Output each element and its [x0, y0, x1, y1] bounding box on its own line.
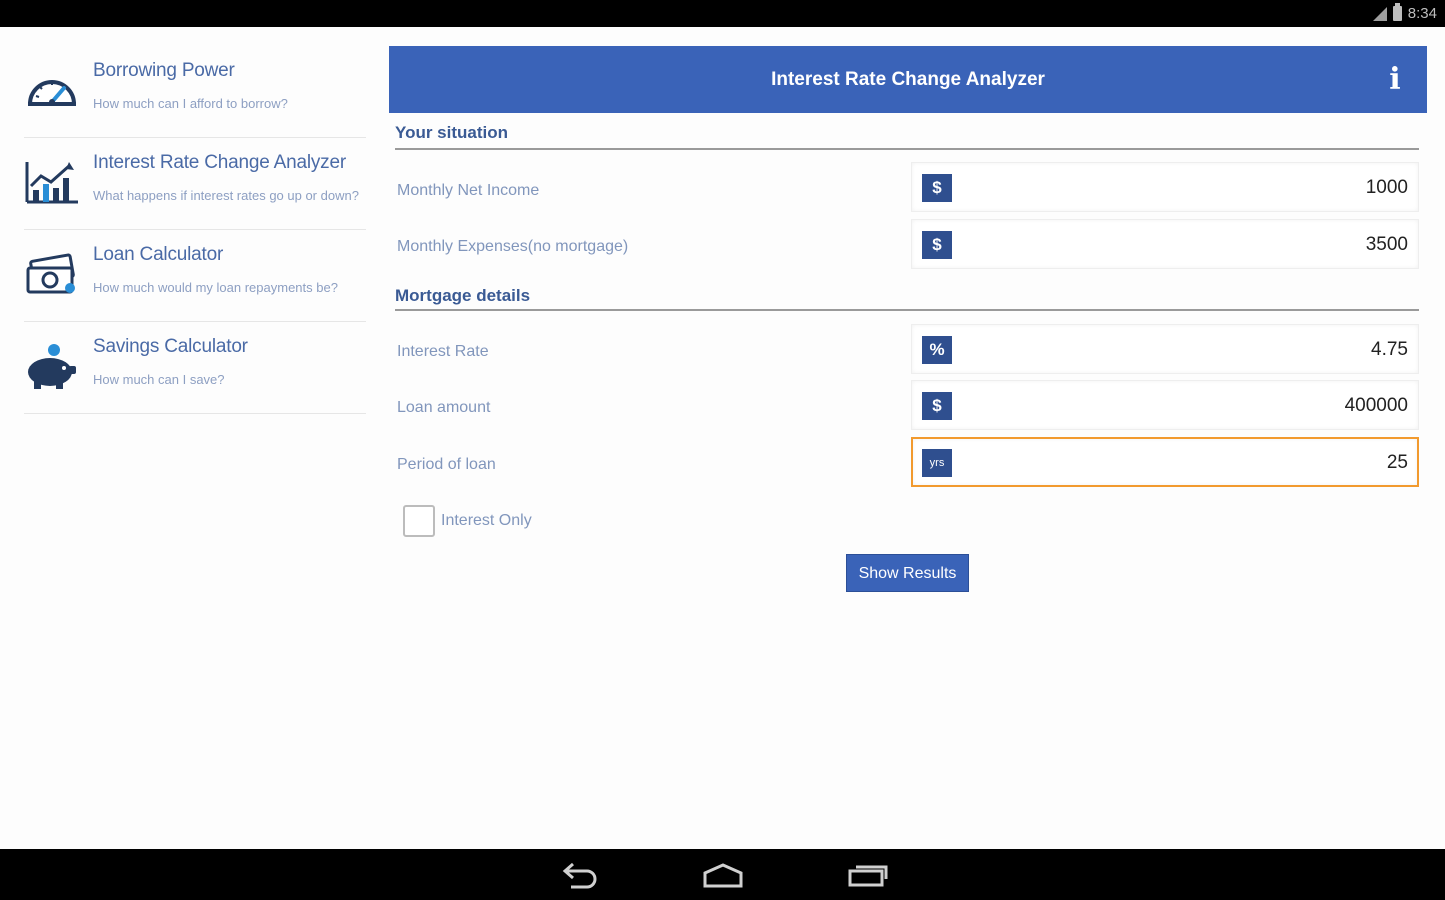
monthly-expenses-label: Monthly Expenses(no mortgage)	[397, 238, 629, 255]
sidebar-item-title: Savings Calculator	[93, 336, 248, 357]
interest-rate-label: Interest Rate	[397, 343, 489, 360]
piggy-bank-icon	[28, 344, 76, 389]
status-icons: 8:34	[1371, 3, 1437, 23]
loan-amount-label: Loan amount	[397, 399, 491, 416]
field-value: 3500	[1365, 234, 1408, 255]
sidebar-item-title: Loan Calculator	[93, 244, 224, 265]
monthly-net-income-field[interactable]: $ 1000	[911, 162, 1419, 212]
dollar-badge: $	[922, 231, 952, 259]
home-icon[interactable]	[701, 861, 745, 889]
period-of-loan-label: Period of loan	[397, 456, 496, 473]
info-icon[interactable]: i	[1385, 62, 1405, 98]
field-value: 400000	[1344, 395, 1408, 416]
field-value: 1000	[1365, 177, 1408, 198]
monthly-expenses-field[interactable]: $ 3500	[911, 219, 1419, 269]
sidebar-item-title: Interest Rate Change Analyzer	[93, 152, 346, 173]
show-results-button[interactable]: Show Results	[846, 554, 969, 592]
header-bar: Interest Rate Change Analyzer i	[389, 46, 1427, 113]
page-title: Interest Rate Change Analyzer	[771, 69, 1045, 90]
period-of-loan-field[interactable]: yrs 25	[911, 437, 1419, 487]
section-divider	[395, 309, 1419, 311]
section-title-situation: Your situation	[395, 123, 509, 142]
sidebar-item-borrowing-power[interactable]: Borrowing Power How much can I afford to…	[24, 46, 366, 138]
section-divider	[395, 148, 1419, 150]
interest-rate-field[interactable]: % 4.75	[911, 324, 1419, 374]
chart-icon	[25, 162, 78, 204]
back-icon[interactable]	[557, 861, 601, 889]
battery-icon	[1392, 3, 1402, 21]
sidebar-item-interest-rate-change-analyzer[interactable]: Interest Rate Change Analyzer What happe…	[24, 138, 366, 230]
signal-icon	[1371, 6, 1387, 22]
loan-amount-field[interactable]: $ 400000	[911, 380, 1419, 430]
sidebar: Borrowing Power How much can I afford to…	[24, 46, 366, 414]
interest-only-checkbox[interactable]	[403, 505, 435, 537]
dollar-badge: $	[922, 392, 952, 420]
field-value: 25	[1386, 452, 1408, 473]
status-time: 8:34	[1407, 5, 1437, 22]
section-title-mortgage: Mortgage details	[395, 286, 531, 305]
monthly-net-income-label: Monthly Net Income	[397, 182, 540, 199]
recents-icon[interactable]	[846, 861, 890, 889]
sidebar-item-subtitle: How much can I save?	[93, 372, 225, 387]
sidebar-item-subtitle: What happens if interest rates go up or …	[93, 188, 359, 203]
years-badge: yrs	[922, 449, 952, 477]
money-icon	[26, 253, 75, 294]
speedometer-icon	[27, 80, 77, 106]
navigation-bar	[0, 849, 1445, 900]
sidebar-item-subtitle: How much can I afford to borrow?	[93, 96, 288, 111]
sidebar-item-loan-calculator[interactable]: Loan Calculator How much would my loan r…	[24, 230, 366, 322]
dollar-badge: $	[922, 174, 952, 202]
status-bar: 8:34	[0, 0, 1445, 27]
main-panel: Interest Rate Change Analyzer i Your sit…	[389, 46, 1427, 592]
percent-badge: %	[922, 336, 952, 364]
sidebar-item-subtitle: How much would my loan repayments be?	[93, 280, 338, 295]
sidebar-item-savings-calculator[interactable]: Savings Calculator How much can I save?	[24, 322, 366, 414]
field-value: 4.75	[1371, 339, 1408, 360]
sidebar-item-title: Borrowing Power	[93, 60, 235, 81]
interest-only-label: Interest Only	[441, 512, 532, 529]
